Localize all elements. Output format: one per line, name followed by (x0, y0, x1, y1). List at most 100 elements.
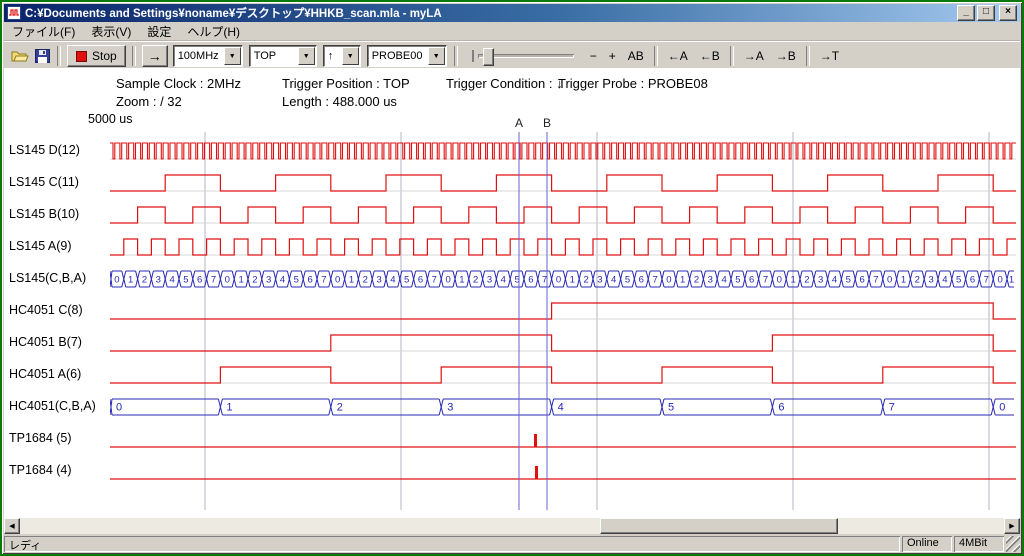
bus-value: 4 (390, 275, 395, 286)
channel-label: HC4051 C(8) (9, 303, 83, 317)
cursor-b-label[interactable]: B (543, 116, 551, 130)
bus-value: 0 (777, 275, 782, 286)
menu-settings[interactable]: 設定 (139, 22, 179, 41)
title-bar[interactable]: C:¥Documents and Settings¥noname¥デスクトップ¥… (4, 4, 1020, 22)
main-area: Sample Clock : 2MHz Trigger Position : T… (4, 68, 1020, 534)
open-button[interactable] (8, 44, 32, 68)
bus-value: 5 (668, 402, 674, 414)
bus-value: 5 (404, 275, 409, 286)
menu-view[interactable]: 表示(V) (83, 22, 139, 41)
pulse-mark (535, 466, 538, 479)
goto-trigger-button[interactable]: →T (815, 48, 844, 64)
sample-clock-info: Sample Clock : 2MHz (116, 76, 241, 91)
chevron-down-icon[interactable]: ▼ (298, 47, 315, 65)
chevron-down-icon[interactable]: ▼ (342, 47, 359, 65)
zoom-slider-thumb[interactable] (483, 48, 494, 66)
run-button[interactable]: → (142, 45, 168, 67)
bus-value: 0 (225, 275, 230, 286)
zoom-slider[interactable] (478, 54, 574, 58)
bus-value: 7 (763, 275, 768, 286)
menu-file[interactable]: ファイル(F) (4, 22, 83, 41)
bus-value: 6 (778, 402, 784, 414)
toolbar-separator (806, 46, 810, 66)
status-bar: レディ Online 4MBit (4, 534, 1020, 552)
close-button[interactable]: × (999, 5, 1017, 21)
menu-bar: ファイル(F) 表示(V) 設定 ヘルプ(H) (4, 22, 1020, 41)
chevron-down-icon[interactable]: ▼ (224, 47, 241, 65)
bus-value: 0 (999, 402, 1005, 414)
status-memory: 4MBit (954, 536, 1004, 552)
sample-clock-select[interactable]: 100MHz ▼ (173, 45, 243, 67)
bus-value: 7 (321, 275, 326, 286)
chevron-down-icon[interactable]: ▼ (428, 47, 445, 65)
waveform-plot[interactable]: 0123456701234567012345670123456701234567… (110, 132, 1018, 514)
goto-b-left-button[interactable]: ←B (695, 48, 725, 64)
channel-label-column: LS145 D(12)LS145 C(11)LS145 B(10)LS145 A… (4, 68, 110, 534)
save-button[interactable] (32, 44, 53, 68)
goto-a-right-button[interactable]: →A (739, 48, 769, 64)
bus-value: 3 (818, 275, 823, 286)
trigger-position-select[interactable]: TOP ▼ (249, 45, 317, 67)
scroll-left-button[interactable]: ◀ (4, 518, 20, 534)
scrollbar-thumb[interactable] (600, 518, 838, 534)
minimize-button[interactable]: _ (957, 5, 975, 21)
bus-value: 0 (114, 275, 119, 286)
bus-value: 2 (142, 275, 147, 286)
goto-b-right-button[interactable]: →B (771, 48, 801, 64)
bus-value: 6 (197, 275, 202, 286)
bus-value: 2 (915, 275, 920, 286)
bus-value: 2 (252, 275, 257, 286)
channel-label: HC4051 B(7) (9, 335, 82, 349)
bus-value: 7 (873, 275, 878, 286)
bus-value: 0 (887, 275, 892, 286)
bus-value: 4 (942, 275, 947, 286)
resize-grip[interactable] (1006, 536, 1020, 552)
stop-button[interactable]: Stop (67, 45, 126, 67)
maximize-button[interactable]: □ (977, 5, 995, 21)
trigger-probe-select[interactable]: PROBE00 ▼ (367, 45, 447, 67)
bus-value: 1 (226, 402, 232, 414)
bus-value: 4 (832, 275, 837, 286)
bus-value: 4 (280, 275, 285, 286)
bus-value: 7 (211, 275, 216, 286)
bus-value: 5 (183, 275, 188, 286)
channel-label: LS145(C,B,A) (9, 271, 86, 285)
bus-value: 1 (349, 275, 354, 286)
bus-value: 0 (556, 275, 561, 286)
trigger-position-info: Trigger Position : TOP (282, 76, 410, 91)
ab-cursor-button[interactable]: AB (623, 48, 649, 64)
bus-value: 6 (528, 275, 533, 286)
trigger-probe-info: Trigger Probe : PROBE08 (558, 76, 708, 91)
status-online: Online (902, 536, 952, 552)
trigger-edge-select[interactable]: ↑ ▼ (323, 45, 361, 67)
menu-help[interactable]: ヘルプ(H) (179, 22, 248, 41)
channel-label: LS145 C(11) (9, 175, 79, 189)
channel-label: TP1684 (5) (9, 431, 72, 445)
trigger-edge-value: ↑ (324, 50, 342, 62)
sample-clock-value: 100MHz (174, 50, 224, 62)
bus-value: 7 (984, 275, 989, 286)
toolbar-separator (57, 46, 61, 66)
bus-value: 6 (307, 275, 312, 286)
bus-value: 4 (501, 275, 506, 286)
zoom-in-button[interactable]: + (604, 48, 621, 64)
bus-value: 7 (889, 402, 895, 414)
zoom-out-button[interactable]: − (585, 48, 602, 64)
cursor-a-label[interactable]: A (515, 116, 523, 130)
bus-value: 6 (749, 275, 754, 286)
bus-value: 5 (625, 275, 630, 286)
scroll-right-button[interactable]: ▶ (1004, 518, 1020, 534)
stop-label: Stop (92, 49, 117, 63)
channel-label: LS145 D(12) (9, 143, 80, 157)
waveform-trace (110, 175, 1016, 191)
bus-value: 2 (694, 275, 699, 286)
bus-value: 6 (639, 275, 644, 286)
channel-label: HC4051 A(6) (9, 367, 81, 381)
horizontal-scrollbar[interactable]: ◀ ▶ (4, 518, 1020, 534)
bus-value: 3 (447, 402, 453, 414)
goto-a-left-button[interactable]: ←A (663, 48, 693, 64)
waveform-trace (110, 143, 1016, 159)
toolbar-separator (654, 46, 658, 66)
bus-value: 6 (859, 275, 864, 286)
bus-value: 1 (128, 275, 133, 286)
